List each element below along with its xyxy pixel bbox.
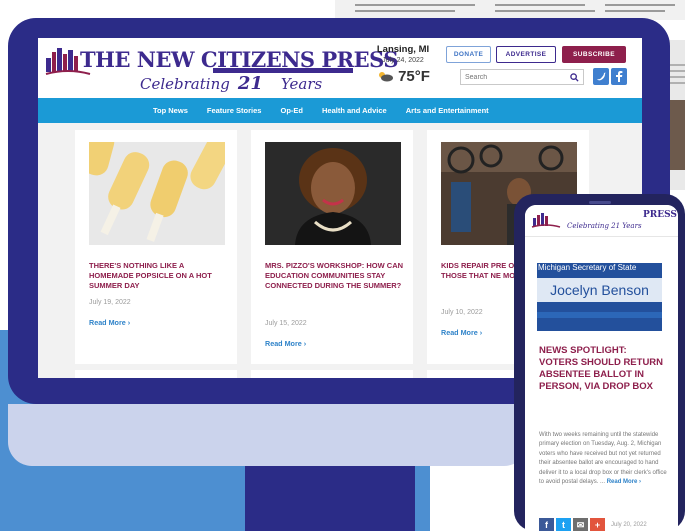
twitter-share-icon[interactable]: t — [556, 517, 571, 531]
popsicle-image[interactable] — [89, 142, 225, 245]
next-row-card — [251, 370, 413, 378]
secretary-of-state-image[interactable]: Michigan Secretary of State Jocelyn Bens… — [537, 263, 662, 331]
subscribe-button[interactable]: SUBSCRIBE — [562, 46, 626, 63]
search-input[interactable] — [461, 70, 561, 84]
read-more-link[interactable]: Read More › — [89, 318, 130, 327]
article-title[interactable]: MRS. PIZZO'S WORKSHOP: HOW CAN EDUCATION… — [265, 261, 405, 291]
search-icon[interactable] — [567, 70, 581, 84]
portrait-image[interactable] — [265, 142, 401, 245]
next-row-card — [75, 370, 237, 378]
more-share-icon[interactable]: + — [590, 517, 605, 531]
site-tagline: Celebrating 21 Years — [140, 73, 322, 94]
nav-feature-stories[interactable]: Feature Stories — [207, 106, 262, 115]
advertise-button[interactable]: ADVERTISE — [496, 46, 556, 63]
tagline-text: Celebrating — [140, 75, 230, 93]
weather-city: Lansing, MI — [376, 44, 430, 55]
nav-top-news[interactable]: Top News — [153, 106, 188, 115]
nav-health-and-advice[interactable]: Health and Advice — [322, 106, 387, 115]
image-footer-stripe — [537, 312, 662, 318]
weather-widget: Lansing, MI July 24, 2022 75°F — [362, 44, 444, 85]
article-title[interactable]: THERE'S NOTHING LIKE A HOMEMADE POPSICLE… — [89, 261, 229, 291]
mobile-tagline: Celebrating 21 Years — [567, 222, 642, 230]
skyline-logo-icon[interactable] — [531, 211, 561, 229]
article-date: July 10, 2022 — [441, 309, 483, 316]
search-box — [460, 69, 584, 85]
twitter-icon[interactable] — [593, 68, 609, 85]
site-header: THE NEW CITIZENS PRESS Celebrating 21 Year… — [38, 38, 642, 98]
donate-button[interactable]: DONATE — [446, 46, 491, 63]
monitor-chin — [8, 404, 528, 466]
main-nav: Top News Feature Stories Op-Ed Health an… — [38, 98, 642, 123]
mobile-read-more-link[interactable]: Read More › — [607, 479, 641, 485]
mobile-site-title[interactable]: PRESS — [643, 210, 677, 220]
newspaper-background — [335, 0, 685, 20]
article-date: July 19, 2022 — [89, 299, 131, 306]
mobile-article-date: July 20, 2022 — [611, 522, 647, 528]
mobile-article-headline[interactable]: NEWS SPOTLIGHT: VOTERS SHOULD RETURN ABS… — [539, 345, 667, 393]
mobile-phone: PRESS Celebrating 21 Years Michigan Secr… — [514, 194, 685, 531]
read-more-link[interactable]: Read More › — [441, 328, 482, 337]
facebook-share-icon[interactable]: f — [539, 517, 554, 531]
image-caption-name: Jocelyn Benson — [537, 278, 662, 302]
phone-speaker — [589, 201, 611, 204]
tagline-years: Years — [280, 75, 323, 93]
nav-arts-and-entertainment[interactable]: Arts and Entertainment — [406, 106, 489, 115]
nav-op-ed[interactable]: Op-Ed — [280, 106, 303, 115]
email-share-icon[interactable]: ✉ — [573, 517, 588, 531]
mobile-article-excerpt: With two weeks remaining until the state… — [539, 431, 667, 487]
anniversary-number: 21 — [237, 73, 263, 94]
image-caption-top: Michigan Secretary of State — [538, 263, 637, 272]
share-bar: f t ✉ + July 20, 2022 — [539, 517, 678, 531]
facebook-icon[interactable] — [611, 68, 627, 85]
phone-screen: PRESS Celebrating 21 Years Michigan Secr… — [525, 205, 678, 531]
excerpt-text: With two weeks remaining until the state… — [539, 432, 667, 486]
article-card[interactable]: MRS. PIZZO'S WORKSHOP: HOW CAN EDUCATION… — [251, 130, 413, 364]
read-more-link[interactable]: Read More › — [265, 339, 306, 348]
article-card[interactable]: THERE'S NOTHING LIKE A HOMEMADE POPSICLE… — [75, 130, 237, 364]
mobile-header: PRESS Celebrating 21 Years — [525, 205, 678, 237]
article-date: July 15, 2022 — [265, 320, 307, 327]
weather-temp: 75°F — [398, 68, 430, 85]
monitor-stand — [245, 466, 415, 531]
weather-date: July 24, 2022 — [382, 57, 424, 64]
partly-cloudy-icon — [379, 72, 394, 82]
